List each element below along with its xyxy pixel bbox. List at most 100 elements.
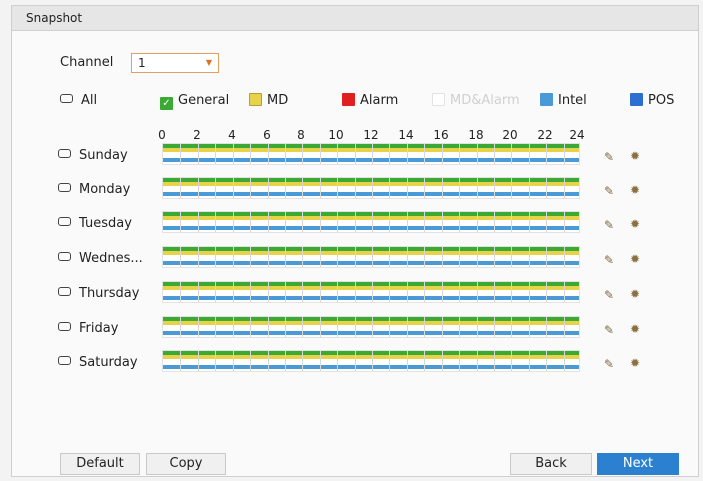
hour-tick [441,144,443,164]
hour-tick [232,212,234,232]
channel-dropdown[interactable]: 1 ▼ [131,53,219,73]
hour-tick [493,351,495,371]
hour-tick [302,282,304,302]
legend-pos[interactable]: POS [630,93,674,109]
hour-tick [546,351,548,371]
schedule-bar-saturday[interactable] [162,350,580,372]
hour-tick [180,212,182,232]
pencil-icon[interactable]: ✎ [602,288,616,302]
schedule-bar-friday[interactable] [162,316,580,338]
hour-tick [406,178,408,198]
legend-general[interactable]: ✓ General [160,93,229,110]
hour-tick [389,317,391,337]
hour-tick [197,317,199,337]
hour-tick [406,351,408,371]
schedule-bar-thursday[interactable] [162,281,580,303]
schedule-bar-wednesday[interactable] [162,246,580,268]
hour-tick [511,351,513,371]
hour-tick [302,247,304,267]
hour-tick [267,317,269,337]
gear-icon[interactable]: ✹ [628,322,642,336]
hour-tick [528,178,530,198]
hour-tick [424,212,426,232]
pencil-icon[interactable]: ✎ [602,253,616,267]
hour-tick [459,282,461,302]
hour-label: 12 [363,128,379,142]
day-label: Thursday [79,286,140,301]
day-checkbox-monday[interactable]: Monday [58,181,130,199]
hour-tick [284,282,286,302]
hour-tick [302,178,304,198]
hour-tick [337,144,339,164]
hour-tick [511,282,513,302]
hour-tick [284,144,286,164]
legend-md[interactable]: MD [249,93,288,109]
hour-tick [511,317,513,337]
hour-tick [546,317,548,337]
day-checkbox-thursday[interactable]: Thursday [58,285,139,303]
hour-tick [546,282,548,302]
default-button[interactable]: Default [60,453,140,475]
hour-tick [372,178,373,198]
hour-tick [511,178,513,198]
gear-icon[interactable]: ✹ [628,287,642,301]
hour-tick [459,351,461,371]
legend-alarm[interactable]: Alarm [342,93,398,109]
hour-tick [354,247,356,267]
hour-tick [215,247,217,267]
hour-tick [284,317,286,337]
day-checkbox-saturday[interactable]: Saturday [58,354,138,372]
hour-tick [372,212,373,232]
back-button[interactable]: Back [510,453,592,475]
hour-tick [180,144,182,164]
hour-tick [372,144,373,164]
hour-tick [424,317,426,337]
hour-label: 8 [297,128,305,142]
copy-button[interactable]: Copy [146,453,226,475]
pencil-icon[interactable]: ✎ [602,150,616,164]
pencil-icon[interactable]: ✎ [602,218,616,232]
hour-tick [441,247,443,267]
hour-tick [563,178,565,198]
legend-alarm-label: Alarm [360,93,399,108]
day-label: Wednes... [79,251,143,266]
hour-tick [267,351,269,371]
hour-tick [546,144,548,164]
hour-tick [563,247,565,267]
hour-tick [197,351,199,371]
gear-icon[interactable]: ✹ [628,183,642,197]
hour-tick [180,317,182,337]
hour-tick [267,282,269,302]
hour-tick [232,144,234,164]
pencil-icon[interactable]: ✎ [602,357,616,371]
hour-tick [511,144,513,164]
pos-swatch [630,93,643,106]
hour-label: 20 [502,128,518,142]
schedule-bar-tuesday[interactable] [162,211,580,233]
schedule-bar-monday[interactable] [162,177,580,199]
snapshot-panel: Snapshot Channel 1 ▼ All ✓ General MD Ala… [11,5,699,477]
day-checkbox-friday[interactable]: Friday [58,320,118,338]
gear-icon[interactable]: ✹ [628,149,642,163]
day-checkbox-wednesday[interactable]: Wednes... [58,250,143,268]
legend-intel[interactable]: Intel [540,93,587,109]
pencil-icon[interactable]: ✎ [602,184,616,198]
schedule-bar-sunday[interactable] [162,143,580,165]
hour-tick [267,178,269,198]
gear-icon[interactable]: ✹ [628,252,642,266]
chevron-down-icon: ▼ [205,58,212,67]
hour-tick [319,178,321,198]
gear-icon[interactable]: ✹ [628,217,642,231]
legend-intel-label: Intel [558,93,587,108]
all-checkbox[interactable]: All [60,93,97,109]
gear-icon[interactable]: ✹ [628,356,642,370]
hour-label: 6 [263,128,271,142]
panel-title: Snapshot [12,6,698,31]
next-button[interactable]: Next [597,453,679,475]
pencil-icon[interactable]: ✎ [602,323,616,337]
checkbox-icon [58,356,71,365]
day-checkbox-tuesday[interactable]: Tuesday [58,215,132,233]
hour-tick [215,212,217,232]
day-checkbox-sunday[interactable]: Sunday [58,147,128,165]
hour-tick [337,212,339,232]
